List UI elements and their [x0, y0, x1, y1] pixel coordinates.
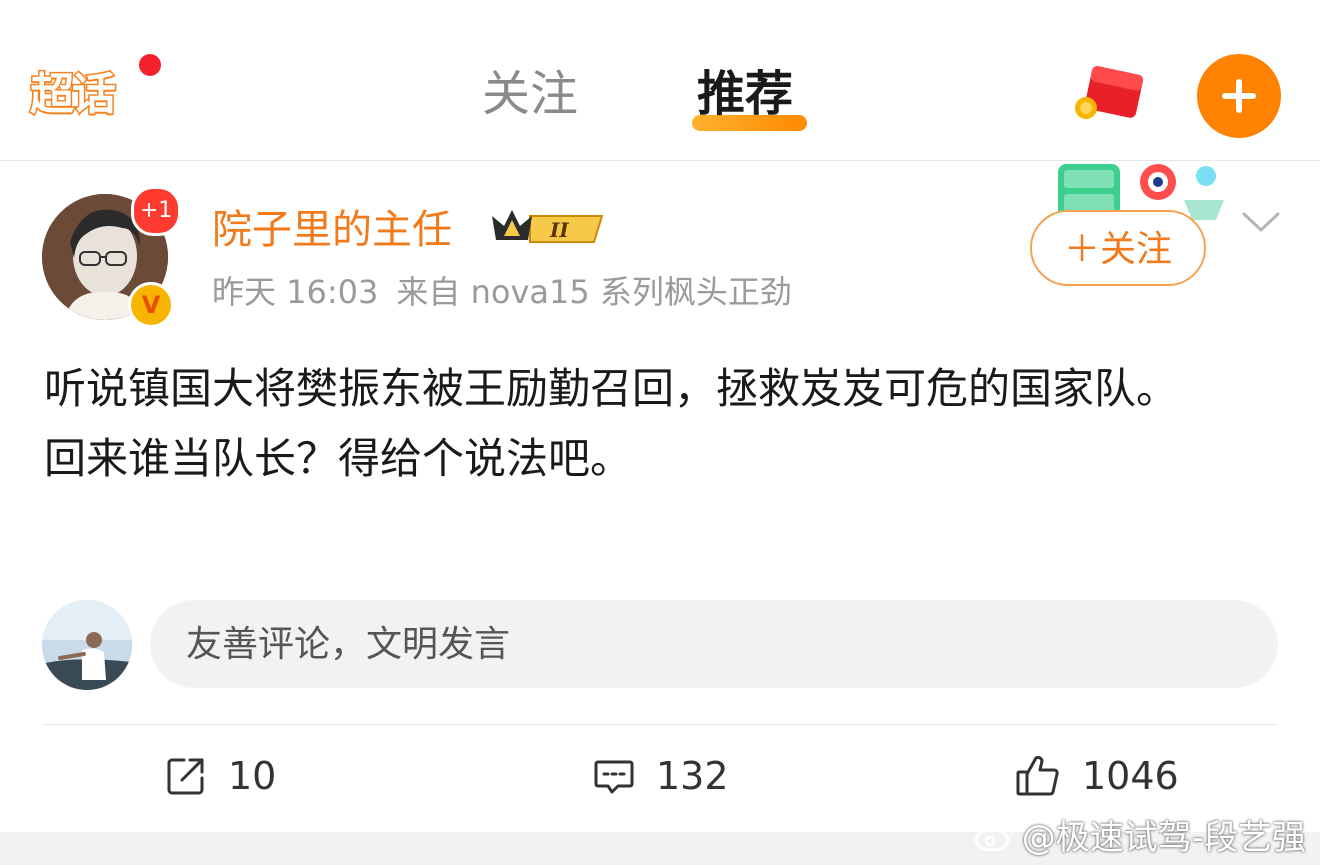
- author-name[interactable]: 院子里的主任: [212, 202, 452, 258]
- comment-button[interactable]: 132: [592, 744, 729, 808]
- thumbs-up-icon: [1016, 755, 1059, 796]
- supertopic-logo-text: 超话: [29, 68, 118, 122]
- comment-input[interactable]: [150, 600, 1278, 688]
- post-meta: 昨天 16:03 来自 nova15 系列枫头正劲: [212, 268, 810, 316]
- weibo-logo-icon: [974, 820, 1014, 851]
- post-content: 听说镇国大将樊振东被王励勤召回，拯救岌岌可危的国家队。 回来谁当队长？得给个说法…: [44, 354, 1264, 494]
- weibo-watermark: @极速试驾-段艺强: [974, 810, 1306, 859]
- post-content-line: 听说镇国大将樊振东被王励勤召回，拯救岌岌可危的国家队。: [44, 364, 1179, 413]
- post-source: 来自 nova15 系列枫头正劲: [396, 273, 792, 311]
- notification-count-badge: +1: [131, 186, 181, 236]
- post-content-line: 回来谁当队长？得给个说法吧。: [44, 434, 633, 483]
- repost-button[interactable]: 10: [164, 744, 276, 808]
- watermark-text: @极速试驾-段艺强: [1021, 818, 1306, 858]
- plus-icon: [1222, 79, 1256, 113]
- comment-count: 132: [656, 754, 729, 798]
- tab-recommend[interactable]: 推荐: [697, 64, 793, 124]
- red-packet-icon[interactable]: [1074, 64, 1150, 128]
- member-level-text: II: [549, 218, 569, 242]
- top-nav-bar: 超话 关注 推荐: [0, 0, 1320, 161]
- follow-button[interactable]: ＋关注: [1030, 210, 1206, 286]
- chevron-down-icon[interactable]: [1240, 208, 1282, 236]
- create-post-button[interactable]: [1197, 54, 1281, 138]
- member-level-crown-icon[interactable]: II: [490, 206, 608, 252]
- divider: [42, 724, 1278, 725]
- comment-icon: [594, 760, 634, 794]
- like-button[interactable]: 1046: [1014, 744, 1179, 808]
- tab-follow[interactable]: 关注: [482, 64, 578, 124]
- repost-count: 10: [228, 754, 277, 798]
- notification-dot: [139, 54, 161, 76]
- repost-icon: [167, 758, 204, 795]
- verified-badge-icon: V: [128, 282, 174, 328]
- like-count: 1046: [1082, 754, 1179, 798]
- post-time: 昨天 16:03: [212, 273, 379, 311]
- supertopic-logo[interactable]: 超话: [29, 66, 136, 124]
- current-user-avatar: [42, 600, 132, 690]
